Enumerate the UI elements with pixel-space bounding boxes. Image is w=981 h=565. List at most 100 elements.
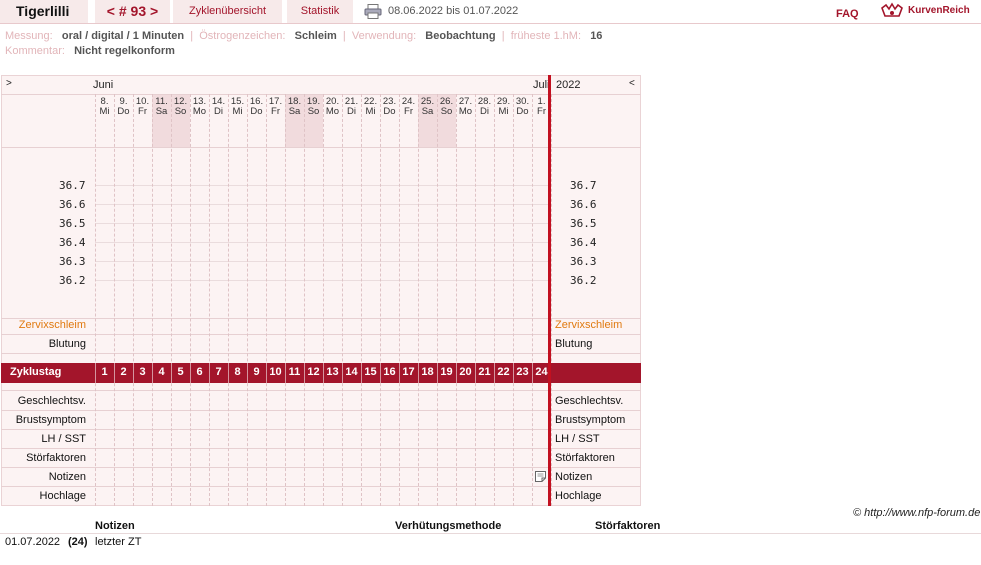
day-weekday: Mi (99, 106, 110, 117)
day-weekday: Mo (458, 106, 473, 117)
cycle-period: 08.06.2022 bis 01.07.2022 (388, 5, 519, 17)
cycle-day-divider (399, 363, 400, 383)
day-weekday: So (440, 106, 453, 117)
cycle-day-number[interactable]: 17 (400, 366, 417, 378)
cycle-day-number[interactable]: 1 (96, 366, 113, 378)
cycle-day-number[interactable]: 11 (286, 366, 303, 378)
cycle-day-number[interactable]: 19 (438, 366, 455, 378)
grid-row-line (1, 410, 641, 411)
row-label-hochlage: Hochlage (39, 490, 86, 502)
copyright[interactable]: © http://www.nfp-forum.de (853, 507, 980, 519)
day-column-line (418, 94, 419, 506)
kurvenreich-logo-icon[interactable] (880, 2, 904, 20)
cycle-day-divider (266, 363, 267, 383)
day-column-line (342, 94, 343, 506)
cycle-day-number[interactable]: 16 (381, 366, 398, 378)
cycle-day-divider (475, 363, 476, 383)
row-label-geschlechtsv-right: Geschlechtsv. (555, 395, 624, 407)
printer-icon[interactable] (364, 4, 382, 19)
day-column-line (532, 94, 533, 506)
temp-axis-label-right: 36.6 (570, 198, 597, 211)
cycle-day-divider (437, 363, 438, 383)
day-column-line (304, 94, 305, 506)
cycle-day-divider (456, 363, 457, 383)
day-column-line (95, 94, 96, 506)
cycle-day-number[interactable]: 15 (362, 366, 379, 378)
note-icon[interactable] (535, 471, 546, 482)
day-column-line (513, 94, 514, 506)
hm-label: früheste 1.hM: (510, 30, 582, 42)
hm-value: 16 (590, 30, 603, 42)
faq-link[interactable]: FAQ (836, 8, 859, 20)
row-label-hochlage-right: Hochlage (555, 490, 602, 502)
cycle-day-number[interactable]: 7 (210, 366, 227, 378)
cycle-day-number[interactable]: 5 (172, 366, 189, 378)
cycle-day-divider (114, 363, 115, 383)
cycle-day-number[interactable]: 9 (248, 366, 265, 378)
nav-right-arrow[interactable]: < (629, 78, 635, 89)
temp-axis-label: 36.6 (59, 198, 86, 211)
cycle-day-number[interactable]: 12 (305, 366, 322, 378)
nav-left-arrow[interactable]: > (6, 78, 12, 89)
day-column-line (209, 94, 210, 506)
cycle-day-divider (247, 363, 248, 383)
day-weekday: Di (214, 106, 223, 117)
measurement-info: Messung: oral / digital / 1 Minuten | Ös… (5, 30, 602, 42)
day-weekday: Fr (404, 106, 413, 117)
day-column-line (494, 94, 495, 506)
cycle-day-number[interactable]: 20 (457, 366, 474, 378)
day-weekday: Do (117, 106, 130, 117)
cycle-day-number[interactable]: 6 (191, 366, 208, 378)
day-column-line (551, 94, 552, 506)
day-weekday: Sa (155, 106, 168, 117)
temp-axis-label-right: 36.5 (570, 217, 597, 230)
temp-axis-label: 36.4 (59, 236, 86, 249)
day-column-line (437, 94, 438, 506)
grid-row-line (1, 390, 641, 391)
cycle-day-divider (152, 363, 153, 383)
cycle-day-number[interactable]: 23 (514, 366, 531, 378)
today-marker (548, 75, 551, 506)
cycle-day-number[interactable]: 3 (134, 366, 151, 378)
header-divider (0, 23, 981, 24)
day-weekday: Mo (192, 106, 207, 117)
day-weekday: Do (516, 106, 529, 117)
cycle-day-number[interactable]: 2 (115, 366, 132, 378)
kommentar-value: Nicht regelkonform (74, 45, 175, 57)
grid-row-line (1, 147, 641, 148)
cycle-day-divider (361, 363, 362, 383)
cycle-day-number[interactable]: 8 (229, 366, 246, 378)
entry-note: letzter ZT (95, 536, 142, 548)
day-weekday: Mi (232, 106, 243, 117)
cycle-day-number[interactable]: 14 (343, 366, 360, 378)
day-column-line (323, 94, 324, 506)
row-label-lh-sst: LH / SST (41, 433, 86, 445)
cycle-day-number[interactable]: 13 (324, 366, 341, 378)
cycle-day-divider (304, 363, 305, 383)
cycle-day-number[interactable]: 4 (153, 366, 170, 378)
day-weekday: So (307, 106, 320, 117)
day-column-line (456, 94, 457, 506)
cycle-day-number[interactable]: 10 (267, 366, 284, 378)
cycle-day-number[interactable]: 22 (495, 366, 512, 378)
day-weekday: Do (250, 106, 263, 117)
cycle-navigator[interactable]: < # 93 > (95, 0, 170, 23)
day-weekday: Mi (365, 106, 376, 117)
verwendung-value: Beobachtung (425, 30, 496, 42)
logo-text[interactable]: KurvenReich (908, 5, 970, 16)
row-label-notizen-right: Notizen (555, 471, 593, 483)
separator: | (339, 30, 349, 42)
row-label-störfaktoren: Störfaktoren (26, 452, 86, 464)
cycle-day-number[interactable]: 18 (419, 366, 436, 378)
cycle-day-number[interactable]: 21 (476, 366, 493, 378)
grid-row-line (1, 486, 641, 487)
cycle-day-divider (323, 363, 324, 383)
day-weekday: Sa (288, 106, 301, 117)
day-column-line (399, 94, 400, 506)
cycle-day-divider (228, 363, 229, 383)
day-weekday: Mo (325, 106, 340, 117)
tab-cycle-overview[interactable]: Zyklenübersicht (173, 0, 282, 23)
tab-statistics[interactable]: Statistik (287, 0, 353, 23)
grid-row-line (1, 448, 641, 449)
cycle-day-divider (380, 363, 381, 383)
